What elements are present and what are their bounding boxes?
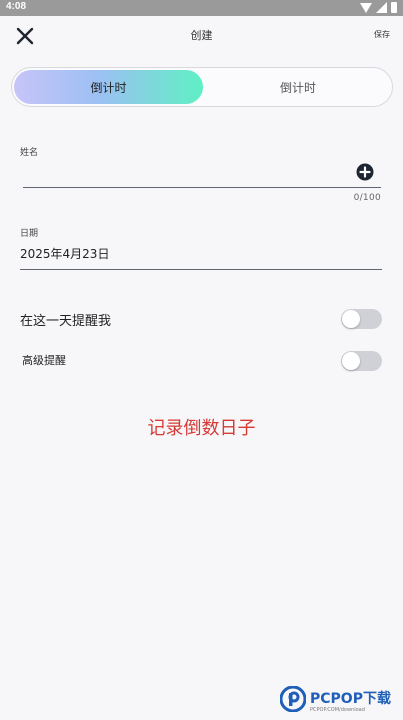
status-time: 4:08 — [6, 1, 27, 12]
advanced-reminder-label: 高级提醒 — [22, 354, 66, 367]
character-counter: 0/100 — [353, 193, 381, 203]
signal-icon — [376, 2, 387, 13]
save-button[interactable]: 保存 — [374, 29, 390, 40]
toggle-knob — [342, 310, 360, 328]
battery-icon — [391, 2, 397, 13]
plus-circle-icon — [356, 163, 374, 181]
watermark-sub: PCPOP.COM/download — [310, 707, 365, 713]
name-label: 姓名 — [20, 148, 39, 158]
header: 创建 保存 — [0, 16, 403, 56]
tab-countdown-active[interactable]: 倒计时 — [14, 70, 203, 104]
toggle-knob — [342, 352, 360, 370]
advanced-reminder-toggle[interactable] — [341, 351, 382, 371]
status-bar: 4:08 — [0, 0, 403, 16]
date-label: 日期 — [20, 229, 39, 239]
date-underline — [20, 269, 382, 270]
status-icons — [360, 2, 397, 13]
watermark-brand: PCPOP下载 — [310, 691, 391, 707]
tab-countdown-inactive[interactable]: 倒计时 — [205, 70, 391, 104]
name-input[interactable] — [23, 160, 333, 184]
page-title: 创建 — [190, 29, 213, 42]
wifi-icon — [360, 3, 372, 13]
mode-segmented-control: 倒计时 倒计时 — [11, 67, 393, 107]
promo-caption: 记录倒数日子 — [147, 418, 256, 439]
date-picker-field[interactable]: 2025年4月23日 — [20, 245, 109, 262]
watermark: PCPOP下载 PCPOP.COM/download — [280, 684, 391, 714]
remind-on-day-toggle[interactable] — [341, 309, 382, 329]
pcpop-logo-icon — [280, 686, 306, 712]
name-underline — [23, 187, 381, 188]
add-button[interactable] — [356, 163, 374, 181]
remind-on-day-label: 在这一天提醒我 — [20, 314, 112, 329]
